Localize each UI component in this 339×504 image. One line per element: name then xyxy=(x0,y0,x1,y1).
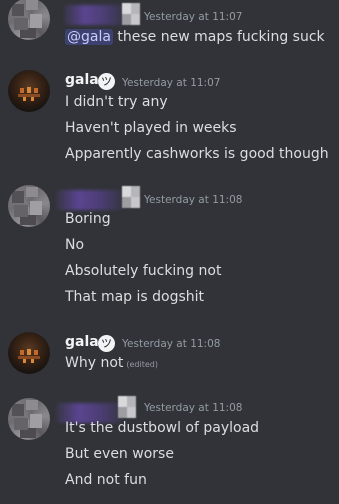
avatar[interactable] xyxy=(8,70,50,112)
timestamp: Yesterday at 11:08 xyxy=(122,338,221,350)
timestamp: Yesterday at 11:08 xyxy=(144,402,243,414)
user-mention[interactable]: @gala xyxy=(65,29,113,45)
username[interactable]: gala xyxy=(65,72,99,88)
role-icon xyxy=(122,3,140,25)
avatar[interactable] xyxy=(8,398,50,440)
timestamp: Yesterday at 11:07 xyxy=(144,11,243,23)
message-text: Why not (edited) xyxy=(65,355,158,371)
role-icon xyxy=(118,396,136,418)
edited-label: (edited) xyxy=(126,360,158,369)
username-blurred[interactable] xyxy=(64,5,124,25)
avatar[interactable] xyxy=(8,332,50,374)
avatar[interactable] xyxy=(8,0,50,40)
username[interactable]: gala xyxy=(65,334,99,350)
message-line: Apparently cashworks is good though xyxy=(65,146,329,162)
message-line: And not fun xyxy=(65,472,147,488)
message-body: Why not xyxy=(65,355,124,371)
message-line: No xyxy=(65,237,85,253)
role-icon xyxy=(122,186,140,208)
message-line: Haven't played in weeks xyxy=(65,120,237,136)
avatar[interactable] xyxy=(8,185,50,227)
message-line: It's the dustbowl of payload xyxy=(65,420,260,436)
timestamp: Yesterday at 11:08 xyxy=(144,194,243,206)
message-line: Boring xyxy=(65,211,111,227)
username-blurred[interactable] xyxy=(56,190,122,210)
message-body: these new maps fucking suck xyxy=(112,29,325,45)
message-line: That map is dogshit xyxy=(65,289,205,305)
timestamp: Yesterday at 11:07 xyxy=(122,77,221,89)
message-line: I didn't try any xyxy=(65,94,168,110)
message-text: @gala these new maps fucking suck xyxy=(65,29,325,45)
troll-face-icon: ツ xyxy=(98,335,115,352)
message-line: But even worse xyxy=(65,446,174,462)
troll-face-icon: ツ xyxy=(98,73,115,90)
message-line: Absolutely fucking not xyxy=(65,263,222,279)
